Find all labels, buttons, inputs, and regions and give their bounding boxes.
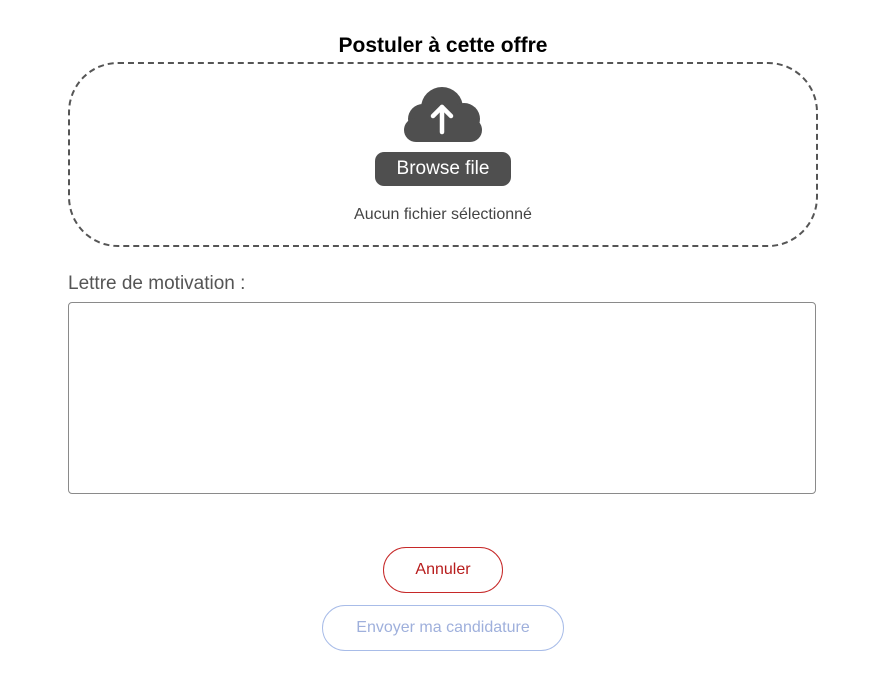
cover-letter-label: Lettre de motivation : [68, 273, 246, 294]
submit-application-button[interactable]: Envoyer ma candidature [322, 605, 564, 651]
browse-file-button[interactable]: Browse file [375, 152, 511, 186]
form-title: Postuler à cette offre [338, 34, 548, 57]
application-form: Postuler à cette offre Browse file Aucun… [0, 0, 880, 680]
file-status-text: Aucun fichier sélectionné [354, 206, 532, 223]
cancel-button[interactable]: Annuler [383, 547, 503, 593]
cloud-upload-icon [404, 87, 482, 142]
cover-letter-input[interactable] [68, 302, 816, 494]
